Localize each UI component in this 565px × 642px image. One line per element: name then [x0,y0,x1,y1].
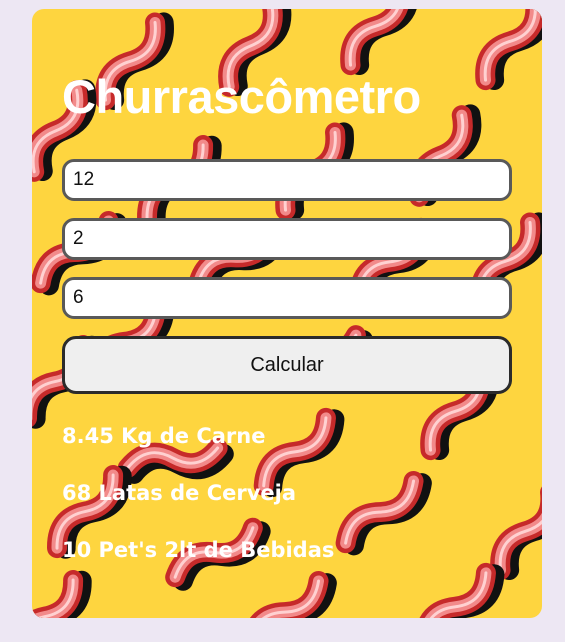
guests-input[interactable] [62,159,512,201]
calculator-form: Churrascômetro Calcular 8.45 Kg de Carne… [32,9,542,618]
beer-result: 68 Latas de Cerveja [62,481,297,505]
calculate-button[interactable]: Calcular [62,336,512,394]
duration-input[interactable] [62,277,512,319]
page-title: Churrascômetro [62,70,421,123]
drinks-result: 10 Pet's 2lt de Bebidas [62,538,335,562]
children-input[interactable] [62,218,512,260]
meat-result: 8.45 Kg de Carne [62,424,266,448]
churrasco-card: Churrascômetro Calcular 8.45 Kg de Carne… [32,9,542,618]
